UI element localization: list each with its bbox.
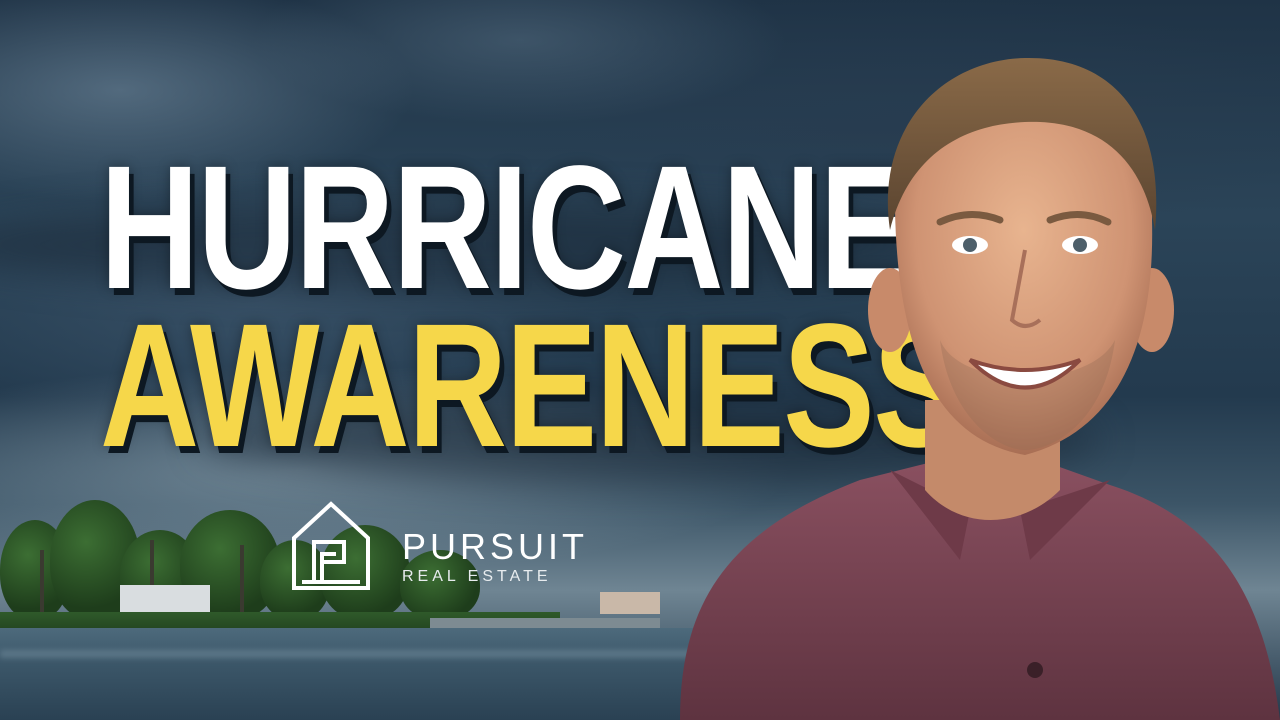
water-reflection (0, 650, 700, 658)
video-thumbnail: HURRICANE AWARENESS PURSUIT REAL ESTATE (0, 0, 1280, 720)
logo-name: PURSUIT (402, 526, 589, 567)
smiling-man-portrait (680, 57, 1280, 720)
dock (430, 618, 660, 628)
logo-tagline: REAL ESTATE (402, 568, 552, 585)
house (120, 585, 210, 615)
house-logo-icon (292, 501, 370, 590)
pursuit-real-estate-logo: PURSUIT REAL ESTATE (290, 498, 630, 594)
